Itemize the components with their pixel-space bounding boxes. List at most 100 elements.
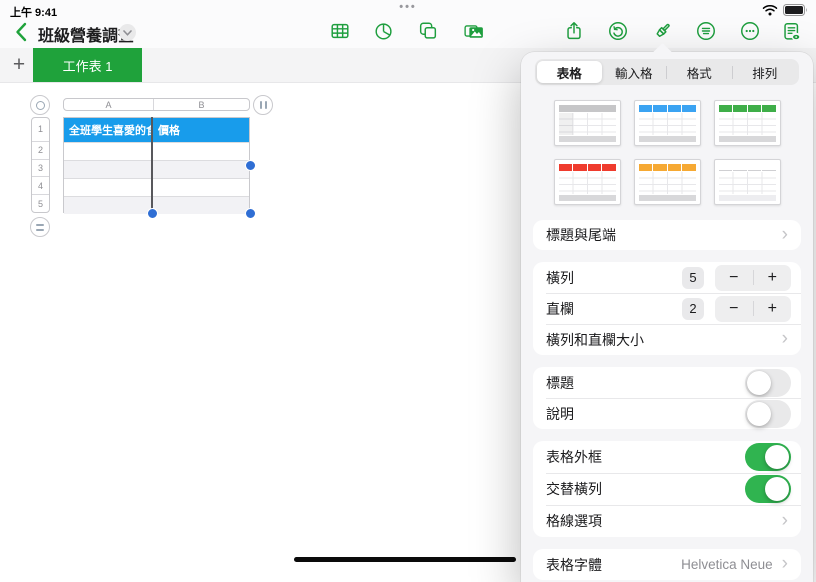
table-cell[interactable] xyxy=(64,179,153,196)
group-structure: 橫列 5 − + 直欄 2 − + 橫列和直欄大小 › xyxy=(533,262,801,355)
style-body xyxy=(719,172,776,194)
table-title-label: 標題 xyxy=(546,373,745,393)
caption-label: 說明 xyxy=(546,404,745,424)
chevron-down-icon xyxy=(123,30,132,36)
row-header-4[interactable]: 4 xyxy=(32,176,49,194)
style-header xyxy=(719,164,776,171)
document-title-menu-button[interactable] xyxy=(119,24,136,41)
shapes-icon xyxy=(417,20,439,42)
table-outline-toggle[interactable] xyxy=(745,443,791,471)
rows-count-row: 橫列 5 − + xyxy=(533,262,801,293)
table-header-cell[interactable]: 全班學生喜愛的食物 xyxy=(64,118,153,142)
row-header-1[interactable]: 1 xyxy=(32,118,49,141)
sort-filter-button[interactable] xyxy=(695,20,717,42)
group-borders: 表格外框 交替橫列 格線選項 › xyxy=(533,441,801,537)
table-outline-row: 表格外框 xyxy=(533,441,801,473)
columns-label: 直欄 xyxy=(546,299,682,319)
group-headers-footer: 標題與尾端 › xyxy=(533,220,801,250)
table-style-blue[interactable] xyxy=(634,100,701,146)
vertical-bars-icon xyxy=(260,101,267,109)
table-icon xyxy=(329,20,351,42)
headers-footer-row[interactable]: 標題與尾端 › xyxy=(533,220,801,250)
column-header-a[interactable]: A xyxy=(64,99,154,110)
back-button[interactable] xyxy=(10,20,32,44)
table-font-row[interactable]: 表格字體 Helvetica Neue › xyxy=(533,549,801,580)
table-style-gray[interactable] xyxy=(554,100,621,146)
add-row-handle[interactable] xyxy=(30,217,50,237)
chevron-right-icon: › xyxy=(782,554,788,573)
table-style-orange[interactable] xyxy=(634,159,701,205)
home-indicator[interactable] xyxy=(294,557,516,562)
table-cell[interactable] xyxy=(64,197,153,214)
row-column-size-row[interactable]: 橫列和直欄大小 › xyxy=(533,324,801,355)
table-title-row: 標題 xyxy=(533,367,801,398)
table-cell[interactable] xyxy=(153,161,249,178)
selection-handle-right[interactable] xyxy=(245,160,256,171)
columns-decrement-button[interactable]: − xyxy=(715,296,753,322)
rows-stepper[interactable]: − + xyxy=(715,265,791,291)
sheet-tab-worksheet-1[interactable]: 工作表 1 xyxy=(33,48,142,82)
gridline-options-row[interactable]: 格線選項 › xyxy=(533,505,801,537)
status-icons xyxy=(762,4,808,16)
column-header-strip[interactable]: A B xyxy=(63,98,250,111)
undo-icon xyxy=(607,20,629,42)
insert-table-button[interactable] xyxy=(329,20,351,42)
table-style-gallery xyxy=(521,100,813,205)
columns-stepper[interactable]: − + xyxy=(715,296,791,322)
table-cell[interactable] xyxy=(153,143,249,160)
style-header xyxy=(559,164,616,171)
row-header-5[interactable]: 5 xyxy=(32,194,49,212)
add-column-handle[interactable] xyxy=(253,95,273,115)
more-button[interactable] xyxy=(739,20,761,42)
table-style-green[interactable] xyxy=(714,100,781,146)
media-icon xyxy=(463,20,485,42)
row-header-strip[interactable]: 1 2 3 4 5 xyxy=(31,117,50,213)
table-cell[interactable] xyxy=(64,143,153,160)
table-header-cell[interactable]: 價格 xyxy=(153,118,249,142)
share-button[interactable] xyxy=(563,20,585,42)
style-body xyxy=(559,172,616,194)
row-header-3[interactable]: 3 xyxy=(32,159,49,177)
table-cell[interactable] xyxy=(64,161,153,178)
tab-table[interactable]: 表格 xyxy=(537,61,602,83)
caption-row: 說明 xyxy=(533,398,801,429)
style-header xyxy=(639,105,696,112)
selection-handle-corner[interactable] xyxy=(245,208,256,219)
columns-increment-button[interactable]: + xyxy=(754,296,792,322)
format-brush-button[interactable] xyxy=(651,20,673,42)
style-footer xyxy=(639,136,696,142)
table-cell[interactable] xyxy=(153,197,249,214)
view-options-button[interactable] xyxy=(780,20,802,42)
alternating-rows-toggle[interactable] xyxy=(745,475,791,503)
undo-button[interactable] xyxy=(607,20,629,42)
insert-chart-button[interactable] xyxy=(373,20,395,42)
tab-arrange[interactable]: 排列 xyxy=(733,61,798,83)
table-font-value: Helvetica Neue xyxy=(681,557,773,572)
table-select-handle[interactable] xyxy=(30,95,50,115)
group-title-caption: 標題 說明 xyxy=(533,367,801,429)
rows-increment-button[interactable]: + xyxy=(754,265,792,291)
table-style-plain[interactable] xyxy=(714,159,781,205)
rows-decrement-button[interactable]: − xyxy=(715,265,753,291)
chevron-right-icon: › xyxy=(782,329,788,348)
table-title-toggle[interactable] xyxy=(745,369,791,397)
insert-media-button[interactable] xyxy=(463,20,485,42)
alternating-rows-label: 交替橫列 xyxy=(546,479,745,499)
caption-toggle[interactable] xyxy=(745,400,791,428)
table-cell[interactable] xyxy=(153,179,249,196)
table-row xyxy=(64,178,249,196)
style-footer xyxy=(639,195,696,201)
insert-shape-button[interactable] xyxy=(417,20,439,42)
wifi-icon xyxy=(762,4,778,16)
add-sheet-button[interactable]: + xyxy=(6,48,32,82)
tab-format[interactable]: 格式 xyxy=(667,61,732,83)
gridline-options-label: 格線選項 xyxy=(546,511,782,531)
row-header-2[interactable]: 2 xyxy=(32,141,49,159)
selection-handle-bottom[interactable] xyxy=(147,208,158,219)
column-resize-divider[interactable] xyxy=(151,117,153,213)
tab-cell[interactable]: 輸入格 xyxy=(602,61,667,83)
column-header-b[interactable]: B xyxy=(154,99,249,110)
table-style-red[interactable] xyxy=(554,159,621,205)
spreadsheet-table[interactable]: 全班學生喜愛的食物 價格 xyxy=(63,117,250,213)
format-panel: 表格 輸入格 格式 排列 標題與尾端 › 橫列 5 − + 直欄 xyxy=(521,52,813,582)
